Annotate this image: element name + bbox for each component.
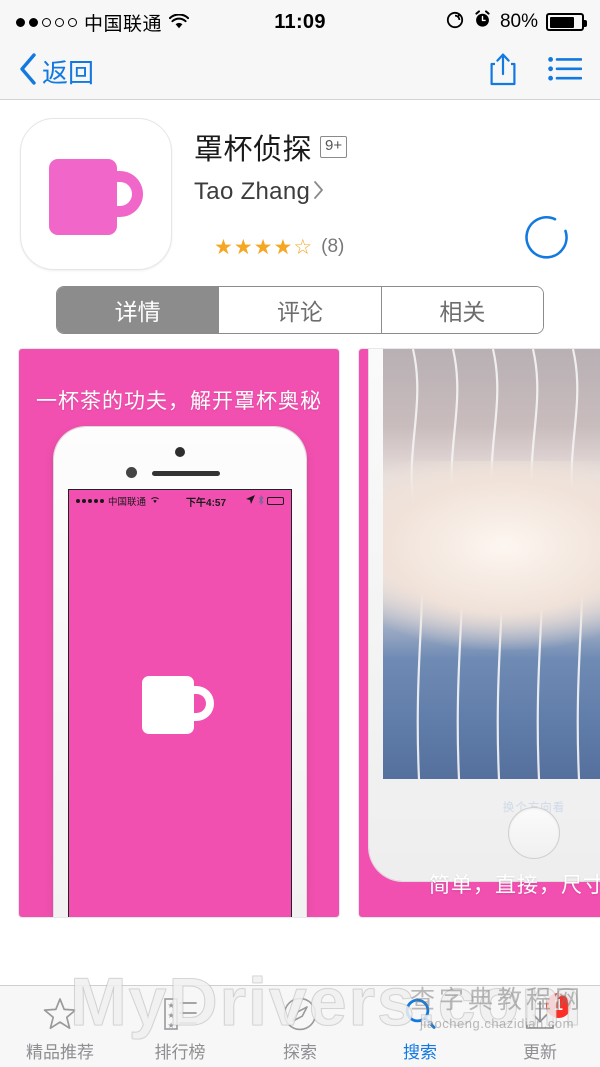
svg-text:★: ★: [168, 1001, 175, 1010]
list-icon[interactable]: [548, 56, 583, 87]
mug-glyph: [49, 159, 145, 235]
measurement-photo: A B C D E F G: [383, 349, 600, 779]
cup-label-e: E: [586, 516, 593, 527]
device-mockup-2: A B C D E F G 换个方向看 拍照分享: [369, 349, 600, 881]
developer-link[interactable]: Tao Zhang: [194, 178, 580, 206]
home-button: [508, 807, 560, 859]
cup-label-a: A: [429, 516, 437, 527]
tab-explore-label: 探索: [283, 1043, 317, 1062]
app-header: 罩杯侦探 9+ Tao Zhang ★ ★ ★ ★ ☆ (8): [0, 100, 600, 280]
segmented-control: 详情 评论 相关: [56, 286, 544, 334]
age-rating-badge: 9+: [320, 136, 348, 158]
star-rating: ★ ★ ★ ★ ☆: [214, 237, 312, 258]
mockup-carrier: 中国联通: [108, 497, 147, 508]
mockup-actions: 换个方向看 拍照分享: [369, 785, 600, 845]
tab-reviews[interactable]: 评论: [219, 287, 382, 333]
tab-related[interactable]: 相关: [381, 287, 543, 333]
screenshot-2[interactable]: A B C D E F G 换个方向看 拍照分享 简单，直接，尺寸尽收: [358, 348, 600, 918]
mockup-signal-dots: [76, 499, 104, 503]
location-arrow-icon: [246, 495, 255, 507]
developer-name: Tao Zhang: [194, 178, 311, 205]
mockup-wifi-icon: [150, 496, 160, 507]
tab-explore[interactable]: 探索: [240, 990, 360, 1063]
cup-label-d: D: [547, 516, 555, 527]
ranking-list-icon: ★ ★ ★: [162, 996, 198, 1032]
cup-label-c: C: [508, 516, 515, 527]
alarm-clock-icon: [473, 10, 492, 34]
mockup-clock: 下午4:57: [186, 497, 227, 509]
mockup-screen-1: 中国联通 下午4:57: [68, 489, 292, 917]
camera-dot: [175, 447, 185, 457]
cup-label-b: B: [469, 516, 476, 527]
back-button[interactable]: 返回: [18, 52, 94, 91]
back-label: 返回: [42, 58, 95, 88]
tab-featured[interactable]: 精品推荐: [0, 990, 120, 1063]
star-icon-filled: ★: [214, 235, 233, 259]
mug-logo: [142, 676, 218, 734]
rotation-lock-icon: [445, 10, 465, 35]
speaker-grille: [152, 471, 220, 476]
app-store-app-detail-screen: 中国联通 11:09 80% 返回 罩杯侦探 9+ Tao Zhang ★ ★ …: [0, 0, 600, 1067]
star-icon-empty: ☆: [293, 235, 313, 259]
page-title: 罩杯侦探: [194, 134, 313, 166]
mockup-status-right: [246, 494, 284, 508]
screenshot-1-caption: 一杯茶的功夫，解开罩杯奥秘: [36, 390, 322, 413]
tab-updates[interactable]: 1 更新: [480, 990, 600, 1063]
star-icon: [42, 996, 78, 1032]
tab-search[interactable]: 搜索: [360, 990, 480, 1063]
photo-detail-1: [455, 521, 469, 534]
change-direction-button[interactable]: 换个方向看: [369, 799, 600, 815]
tab-ranking-label: 排行榜: [154, 1043, 206, 1062]
battery-percent-label: 80%: [499, 11, 538, 32]
mockup-battery-icon: [267, 497, 284, 505]
search-icon: [402, 996, 438, 1032]
mockup-screen-2: A B C D E F G: [383, 349, 600, 779]
share-icon[interactable]: [488, 52, 518, 91]
status-bar: 中国联通 11:09 80%: [0, 0, 600, 44]
download-progress-ring[interactable]: [524, 214, 572, 262]
svg-text:★: ★: [168, 1021, 175, 1030]
star-icon-filled: ★: [233, 235, 253, 259]
mockup-status-bar: 中国联通 下午4:57: [69, 490, 291, 512]
sensor-dot: [126, 467, 137, 478]
tab-featured-label: 精品推荐: [26, 1043, 94, 1062]
rating-row: ★ ★ ★ ★ ☆ (8): [214, 236, 344, 258]
star-icon-filled: ★: [253, 235, 273, 259]
screenshot-2-caption: 简单，直接，尺寸尽收: [429, 874, 600, 897]
battery-icon: [546, 13, 587, 31]
chevron-right-icon: [313, 180, 324, 205]
rating-count: (8): [321, 236, 345, 257]
tab-updates-label: 更新: [523, 1043, 557, 1062]
tab-ranking[interactable]: ★ ★ ★ 排行榜: [120, 990, 240, 1063]
cup-size-curves: [410, 349, 584, 779]
compass-icon: [282, 996, 318, 1032]
tab-segment-wrapper: 详情 评论 相关: [0, 280, 600, 348]
bluetooth-icon: [258, 494, 264, 508]
status-bar-right: 80%: [445, 10, 587, 35]
tab-details[interactable]: 详情: [57, 287, 220, 333]
screenshot-gallery[interactable]: 一杯茶的功夫，解开罩杯奥秘 中国联通 下午4:57 A B C D E 简单，直…: [0, 348, 600, 920]
mug-app-icon[interactable]: [20, 118, 172, 270]
star-icon-filled: ★: [273, 235, 293, 259]
tab-bar: 精品推荐 ★ ★ ★ 排行榜 探索 搜索 1 更新: [0, 985, 600, 1067]
svg-text:★: ★: [168, 1011, 175, 1020]
app-title-row: 罩杯侦探 9+: [194, 126, 580, 168]
tab-search-label: 搜索: [403, 1043, 437, 1062]
device-mockup-1: 中国联通 下午4:57: [54, 427, 306, 917]
photo-share-button[interactable]: 拍照分享: [369, 829, 600, 845]
chevron-left-icon: [18, 52, 38, 91]
nav-actions: [488, 52, 583, 91]
screenshot-1[interactable]: 一杯茶的功夫，解开罩杯奥秘 中国联通 下午4:57: [18, 348, 340, 918]
photo-detail-2: [497, 503, 515, 518]
status-badge: 1: [545, 992, 572, 1019]
navigation-bar: 返回: [0, 44, 600, 100]
